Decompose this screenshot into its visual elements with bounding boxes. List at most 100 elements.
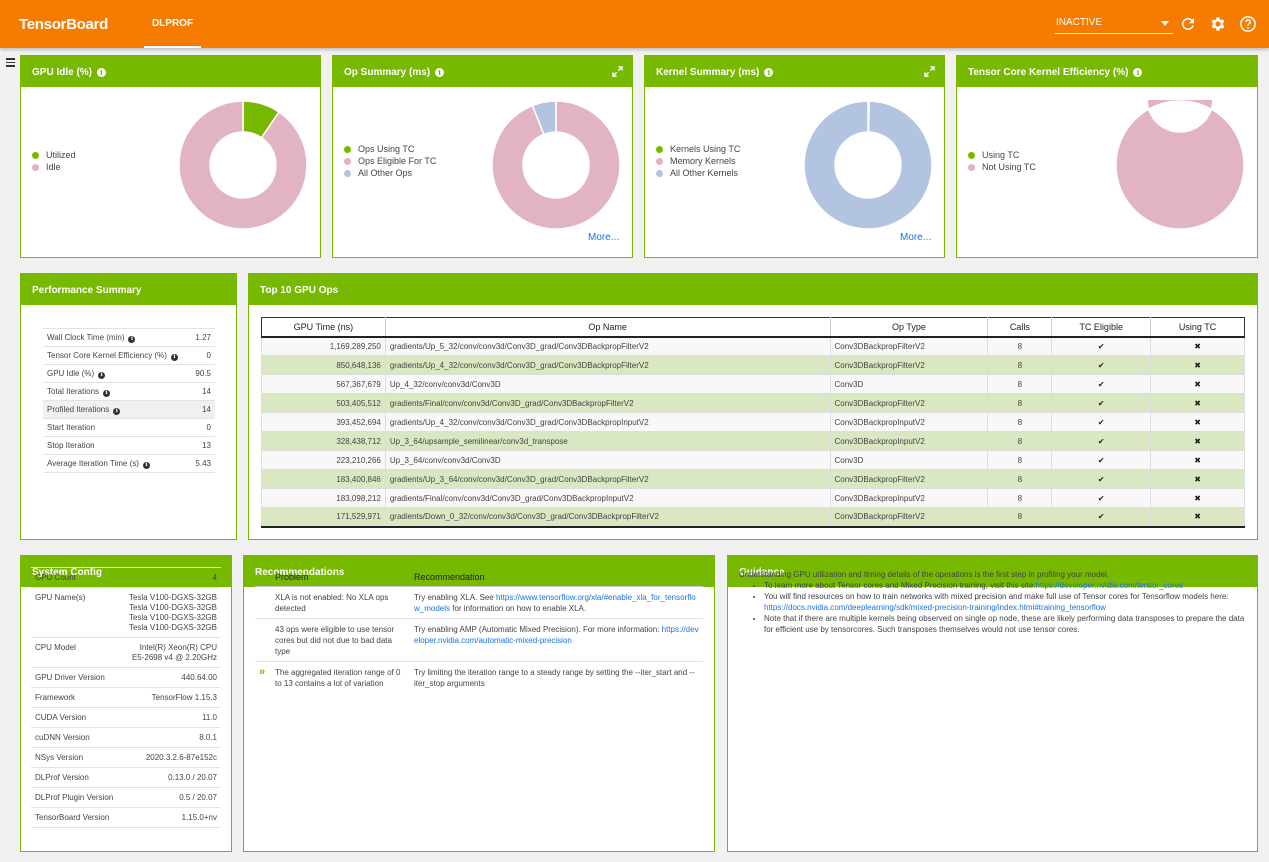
legend-label: All Other Ops [358,168,413,178]
info-icon[interactable]: i [142,461,150,469]
recommendation-row: » The aggregated iteration range of 0 to … [255,662,703,694]
info-icon[interactable]: i [98,371,106,379]
recommendations-table: Problem Recommendation XLA is not enabled… [255,567,703,693]
tensor-cores-link[interactable]: https://developer.nvidia.com/tensor_core… [1036,581,1184,590]
tc-efficiency-donut-chart [1115,100,1245,230]
config-row: NSys Version 2020.3.2.6-87e152c [31,747,221,768]
legend-item[interactable]: Ops Using TC [344,143,436,155]
legend-item[interactable]: All Other Ops [344,167,436,179]
table-row[interactable]: 567,367,679 Up_4_32/conv/conv3d/Conv3D Con… [261,374,1245,394]
card-title: Tensor Core Kernel Efficiency (%) [968,67,1129,78]
card-header: Top 10 GPU Ops [249,274,1257,305]
table-row[interactable]: 328,438,712 Up_3_64/upsample_semilinear/c… [261,431,1245,451]
menu-icon[interactable] [6,58,15,67]
help-icon[interactable] [1239,15,1257,33]
perf-value: 0 [190,418,215,437]
config-row: CPU Model Intel(R) Xeon(R) CPU E5-2698 v4 … [31,637,221,668]
legend-item[interactable]: Idle [32,161,76,173]
problem-text: XLA is not enabled: No XLA ops detected [275,593,389,613]
donut-slice[interactable] [803,100,933,230]
legend-label: Ops Using TC [358,144,415,154]
info-icon[interactable]: i [170,353,178,361]
run-selector-dropdown[interactable]: INACTIVE [1055,14,1173,34]
perf-label: Start Iteration [47,423,96,432]
gear-icon[interactable] [1209,15,1227,33]
legend-label: All Other Kernels [670,168,739,178]
config-row: CUDA Version 11.0 [31,707,221,728]
expand-icon[interactable] [612,66,623,77]
legend-item[interactable]: Kernels Using TC [656,143,740,155]
recommendation-cell: Try limiting the iteration range to a st… [410,662,703,694]
config-value-line: TensorFlow 1.15.3 [151,693,217,702]
using-tc-cell: ✖ [1150,336,1245,356]
tc-eligible-cell: ✔ [1051,355,1152,375]
info-icon[interactable]: i [128,335,136,343]
info-icon[interactable]: i [113,407,121,415]
perf-label-cell: Stop Iteration [43,436,191,455]
gpu-time-cell: 183,098,212 [261,488,386,508]
config-value-line: Tesla V100-DGXS-32GB [128,613,217,622]
perf-value: 14 [190,382,215,401]
column-header[interactable]: Op Name [384,317,831,338]
legend-item[interactable]: Not Using TC [968,161,1036,173]
recommendation-text: Try limiting the iteration range to a st… [414,668,695,688]
op-type-cell: Conv3DBackpropFilterV2 [829,507,989,527]
info-icon[interactable]: i [103,389,111,397]
table-row[interactable]: 393,452,694 gradients/Up_4_32/conv/conv3d… [261,412,1245,432]
table-row[interactable]: 223,210,266 Up_3_64/conv/conv3d/Conv3D Con… [261,450,1245,470]
config-value-line: 1.15.0+nv [181,813,217,822]
using-tc-cell: ✖ [1150,431,1245,451]
config-row: TensorBoard Version 1.15.0+nv [31,807,221,828]
table-row[interactable]: 183,400,846 gradients/Up_3_64/conv/conv3d… [261,469,1245,489]
column-header[interactable]: Calls [987,317,1053,338]
table-row[interactable]: 850,648,136 gradients/Up_4_32/conv/conv3d… [261,355,1245,375]
recommendation-cell: Try enabling AMP (Automatic Mixed Precis… [410,618,703,662]
column-header[interactable]: TC Eligible [1051,317,1152,338]
op-type-cell: Conv3D [829,450,989,470]
info-icon[interactable]: i [97,68,107,77]
legend-dot [968,151,975,159]
legend-item[interactable]: Ops Eligible For TC [344,155,436,167]
legend-item[interactable]: Memory Kernels [656,155,740,167]
table-row[interactable]: 503,405,512 gradients/Final/conv/conv3d/C… [261,393,1245,413]
legend-item[interactable]: Using TC [968,149,1036,161]
gpu-idle-card: GPU Idle (%) i Utilized Idle [20,55,321,258]
op-type-cell: Conv3DBackpropInputV2 [829,431,989,451]
more-link[interactable]: More... [900,232,931,243]
info-icon[interactable]: i [1133,68,1143,77]
config-row: DLProf Plugin Version 0.5 / 20.07 [31,787,221,808]
table-row[interactable]: 183,098,212 gradients/Final/conv/conv3d/C… [261,488,1245,508]
legend-label: Memory Kernels [670,156,736,166]
donut-slice[interactable] [1115,100,1245,230]
donut-slice[interactable] [178,100,308,230]
legend-label: Not Using TC [982,162,1036,172]
column-header[interactable]: Using TC [1150,317,1245,338]
perf-label-cell: GPU Idle (%) i [43,364,191,383]
legend-item[interactable]: All Other Kernels [656,167,740,179]
guidance-bullet: To learn more about Tensor cores and Mix… [764,580,1249,591]
legend-item[interactable]: Utilized [32,149,76,161]
top-gpu-ops-table: GPU Time (ns) Op Name Op Type Calls TC Eligi… [261,317,1245,528]
config-value: Tesla V100-DGXS-32GB Tesla V100-DGXS-32GB… [120,587,221,638]
calls-cell: 8 [987,336,1053,356]
tc-eligible-cell: ✔ [1051,393,1152,413]
column-header[interactable]: Op Type [829,317,989,338]
info-icon[interactable]: i [435,68,445,77]
op-type-cell: Conv3DBackpropFilterV2 [829,469,989,489]
more-link[interactable]: More... [588,232,619,243]
mixed-precision-docs-link[interactable]: https://docs.nvidia.com/deeplearning/sdk… [764,603,1106,612]
table-row[interactable]: 1,169,289,250 gradients/Up_5_32/conv/conv… [261,336,1245,356]
expand-icon[interactable] [924,66,935,77]
chart-legend: Using TC Not Using TC [968,149,1036,173]
config-label: GPU Driver Version [31,667,121,688]
op-name-cell: Up_3_64/upsample_semilinear/conv3d_trans… [384,431,831,451]
calls-cell: 8 [987,450,1053,470]
column-header[interactable]: GPU Time (ns) [261,317,386,338]
config-row: GPU Driver Version 440.64.00 [31,667,221,688]
table-row[interactable]: 171,529,971 gradients/Down_0_32/conv/conv… [261,507,1245,527]
info-icon[interactable]: i [764,68,774,77]
calls-cell: 8 [987,507,1053,527]
card-header: GPU Idle (%) i [21,56,320,87]
tab-dlprof[interactable]: DLPROF [144,0,201,48]
refresh-icon[interactable] [1179,15,1197,33]
